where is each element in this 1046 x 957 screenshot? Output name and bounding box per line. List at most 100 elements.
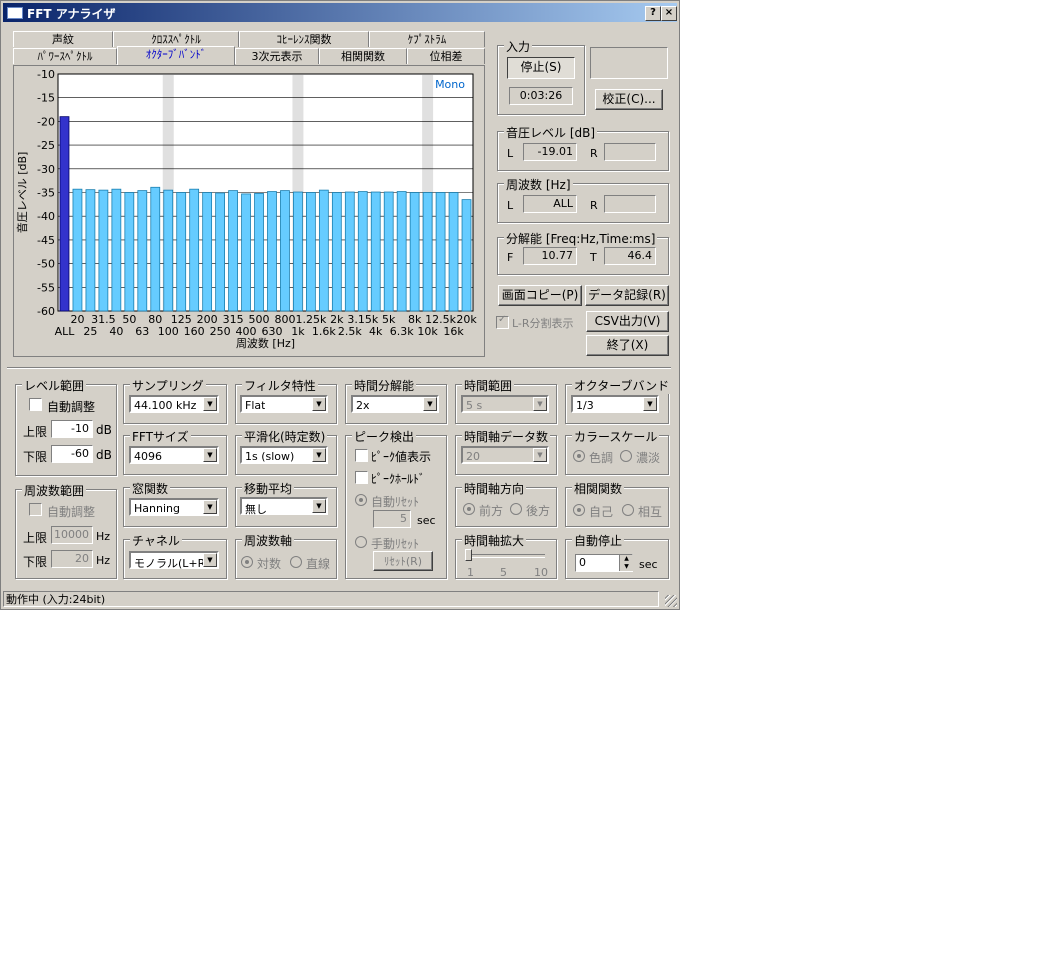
tab-coherence[interactable]: ｺﾋｰﾚﾝｽ関数 xyxy=(239,31,369,47)
separator xyxy=(7,367,671,369)
time-data-count-select[interactable]: 20 ▼ xyxy=(461,446,549,464)
time-res-select[interactable]: 2x ▼ xyxy=(351,395,439,413)
bar xyxy=(163,189,174,312)
spinner-arrows-icon[interactable]: ▲ ▼ xyxy=(619,555,633,571)
y-tick-label: -45 xyxy=(37,234,55,247)
tab-correlation[interactable]: 相関関数 xyxy=(319,48,407,64)
time-dir-forward-label: 前方 xyxy=(479,504,504,518)
x-tick-label: 10k xyxy=(417,325,438,338)
freq-axis-log-radio[interactable] xyxy=(241,556,253,568)
correlation-cross-radio[interactable] xyxy=(622,504,634,516)
peak-hold-checkbox[interactable] xyxy=(355,471,368,484)
bar xyxy=(111,188,122,312)
filter-select[interactable]: Flat ▼ xyxy=(240,395,328,413)
y-tick-label: -30 xyxy=(37,163,55,176)
resize-grip-icon[interactable] xyxy=(665,595,677,607)
resolution-t-label: T xyxy=(590,251,597,264)
octave-band-select[interactable]: 1/3 ▼ xyxy=(571,395,659,413)
x-tick-label: 125 xyxy=(171,313,192,326)
bar xyxy=(176,192,187,312)
tab-octave-band[interactable]: ｵｸﾀｰﾌﾞﾊﾞﾝﾄﾞ xyxy=(117,46,235,65)
time-zoom-slider-thumb[interactable] xyxy=(465,549,472,561)
y-axis-label: 音圧レベル [dB] xyxy=(15,152,29,234)
chevron-down-icon: ▼ xyxy=(643,397,657,411)
data-record-button[interactable]: データ記録(R) xyxy=(585,285,669,306)
fft-size-value: 4096 xyxy=(134,450,162,463)
tab-voiceprint[interactable]: 声紋 xyxy=(13,31,113,47)
x-tick-label: 16k xyxy=(443,325,464,338)
window-title: FFT アナライザ xyxy=(27,7,116,21)
freq-axis-linear-radio[interactable] xyxy=(290,556,302,568)
resolution-group-label: 分解能 [Freq:Hz,Time:ms] xyxy=(504,230,658,247)
time-range-label: 時間範囲 xyxy=(462,377,515,394)
x-tick-label: 160 xyxy=(184,325,205,338)
csv-export-button[interactable]: CSV出力(V) xyxy=(586,311,669,332)
window-fn-value: Hanning xyxy=(134,502,180,515)
time-dir-label: 時間軸方向 xyxy=(462,480,527,497)
peak-reset-button[interactable]: ﾘｾｯﾄ(R) xyxy=(373,551,433,571)
level-lower-input[interactable]: -60 xyxy=(51,445,93,463)
lr-split-checkbox[interactable] xyxy=(496,314,509,329)
peak-manual-reset-radio[interactable] xyxy=(355,536,367,548)
peak-auto-input[interactable]: 5 xyxy=(373,510,411,528)
x-tick-label: 3.15k xyxy=(347,313,378,326)
bar xyxy=(59,116,70,312)
x-tick-label: 63 xyxy=(135,325,149,338)
freq-r-label: R xyxy=(590,199,598,212)
time-range-select[interactable]: 5 s ▼ xyxy=(461,395,549,413)
tab-cross-spectrum[interactable]: ｸﾛｽｽﾍﾟｸﾄﾙ xyxy=(113,31,239,47)
correlation-auto-label: 自己 xyxy=(589,505,614,519)
time-dir-forward-radio[interactable] xyxy=(463,503,475,515)
x-tick-label: 8k xyxy=(408,313,422,326)
tab-cepstrum[interactable]: ｹﾌﾟｽﾄﾗﾑ xyxy=(369,31,485,47)
stop-button[interactable]: 停止(S) xyxy=(507,57,575,79)
help-button[interactable]: ? xyxy=(645,6,661,21)
color-scale-shade-radio[interactable] xyxy=(620,450,632,462)
calibrate-button[interactable]: 校正(C)... xyxy=(595,89,663,110)
correlation-auto-radio[interactable] xyxy=(573,504,585,516)
window-fn-select[interactable]: Hanning ▼ xyxy=(129,498,219,516)
freq-lower-input[interactable]: 20 xyxy=(51,550,93,568)
chevron-down-icon: ▼ xyxy=(203,500,217,514)
peak-show-checkbox[interactable] xyxy=(355,449,368,462)
y-tick-label: -55 xyxy=(37,281,55,294)
time-zoom-slider-track xyxy=(465,554,545,558)
screen-copy-button[interactable]: 画面コピー(P) xyxy=(498,285,582,306)
tab-power-spectrum[interactable]: ﾊﾟﾜｰｽﾍﾟｸﾄﾙ xyxy=(13,48,117,64)
chevron-down-icon: ▼ xyxy=(423,397,437,411)
x-tick-label: 12.5k xyxy=(425,313,456,326)
bar xyxy=(331,192,342,312)
time-dir-backward-radio[interactable] xyxy=(510,503,522,515)
freq-l-value: ALL xyxy=(523,195,577,213)
freq-upper-input[interactable]: 10000 xyxy=(51,526,93,544)
tab-phase-diff[interactable]: 位相差 xyxy=(407,48,485,64)
time-range-value: 5 s xyxy=(466,399,483,412)
smoothing-select[interactable]: 1s (slow) ▼ xyxy=(240,446,328,464)
sampling-select[interactable]: 44.100 kHz ▼ xyxy=(129,395,219,413)
time-data-count-label: 時間軸データ数 xyxy=(462,428,551,445)
freq-auto-checkbox[interactable] xyxy=(29,503,42,516)
resolution-f-value: 10.77 xyxy=(523,247,577,265)
fft-size-select[interactable]: 4096 ▼ xyxy=(129,446,219,464)
freq-lower-unit: Hz xyxy=(96,554,111,567)
color-scale-hue-radio[interactable] xyxy=(573,450,585,462)
level-upper-input[interactable]: -10 xyxy=(51,420,93,438)
sampling-label: サンプリング xyxy=(130,377,206,394)
color-scale-shade-label: 濃淡 xyxy=(636,451,661,465)
level-group-label: 音圧レベル [dB] xyxy=(504,124,598,141)
bar xyxy=(435,192,446,312)
moving-avg-select[interactable]: 無し ▼ xyxy=(240,497,328,516)
level-auto-checkbox[interactable] xyxy=(29,398,42,411)
bar xyxy=(202,192,213,312)
close-button[interactable]: × xyxy=(661,6,677,21)
channel-select[interactable]: モノラル(L+R) ▼ xyxy=(129,551,219,570)
level-r-value xyxy=(604,143,656,161)
tab-3d-view[interactable]: 3次元表示 xyxy=(235,48,319,64)
peak-auto-reset-radio[interactable] xyxy=(355,494,367,506)
input-indicator xyxy=(590,47,668,79)
x-tick-label: 250 xyxy=(210,325,231,338)
exit-button[interactable]: 終了(X) xyxy=(586,335,669,356)
freq-axis-log-label: 対数 xyxy=(257,557,282,571)
time-zoom-label: 時間軸拡大 xyxy=(462,532,527,549)
resolution-t-value: 46.4 xyxy=(604,247,656,265)
